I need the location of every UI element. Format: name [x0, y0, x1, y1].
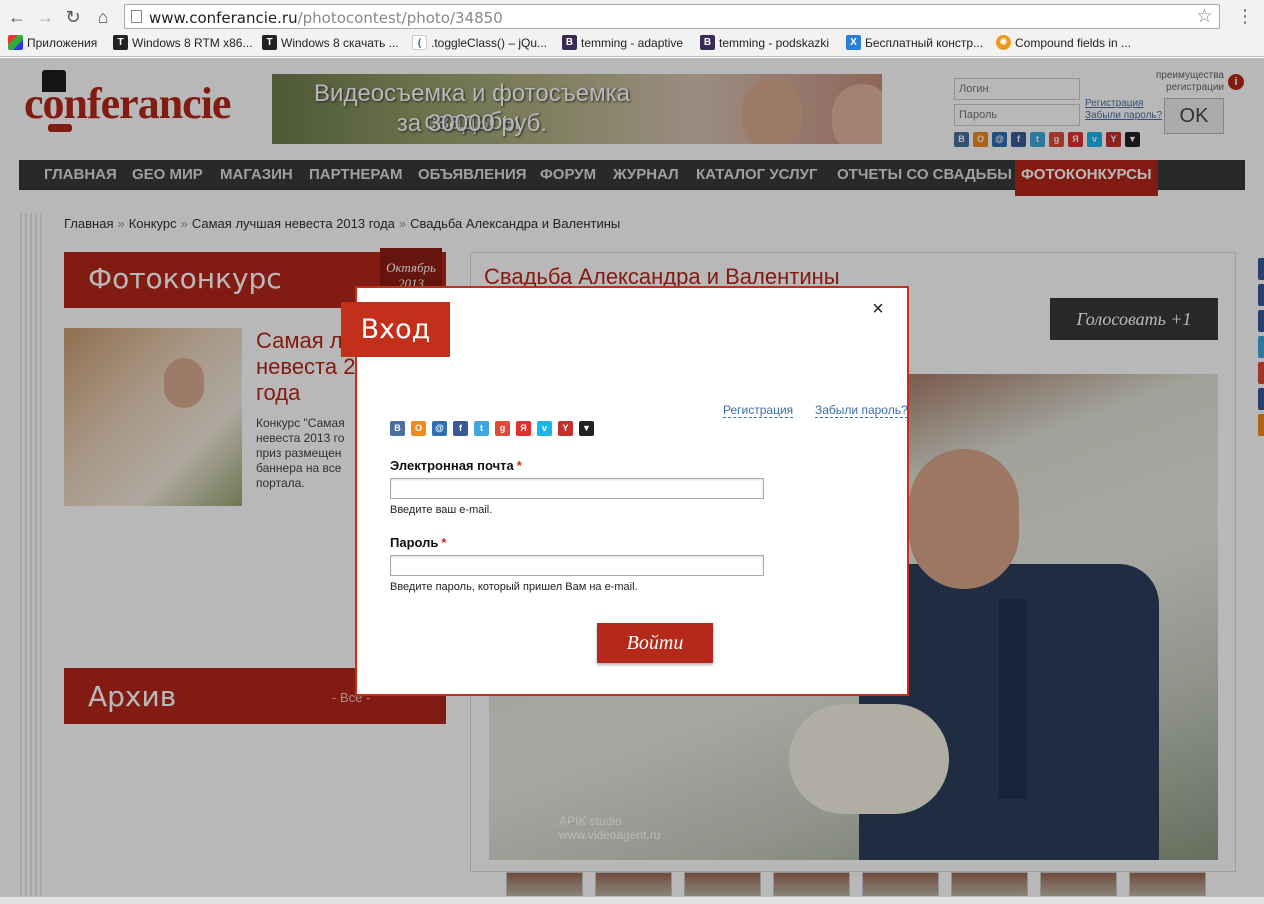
twitter-icon[interactable]: t [474, 421, 489, 436]
bookmarks-bar: Приложения T Windows 8 RTM x86... T Window… [0, 33, 1264, 55]
login-button[interactable]: Войти [597, 623, 713, 663]
youtube-icon[interactable]: Y [558, 421, 573, 436]
b-icon: B [700, 35, 715, 50]
password-label: Пароль * [390, 535, 447, 550]
reload-icon[interactable]: ↻ [62, 6, 84, 28]
modal-title: Вход [341, 302, 450, 357]
bookmark-item[interactable]: Btemming - podskazki [700, 35, 829, 50]
password-hint: Введите пароль, который пришел Вам на e-… [390, 581, 638, 593]
horizontal-scrollbar[interactable] [0, 896, 1264, 904]
vkontakte-icon[interactable]: B [390, 421, 405, 436]
browser-chrome: ← → ↻ ⌂ www.conferancie.ru/photocontest/… [0, 0, 1264, 57]
google-icon[interactable]: g [495, 421, 510, 436]
b-icon: B [562, 35, 577, 50]
more-icon[interactable]: ▼ [579, 421, 594, 436]
yandex-icon[interactable]: Я [516, 421, 531, 436]
mailru-icon[interactable]: @ [432, 421, 447, 436]
modal-register-link[interactable]: Регистрация [723, 403, 794, 418]
home-icon[interactable]: ⌂ [92, 6, 114, 28]
page-icon [131, 10, 142, 23]
modal-social-login: B O @ f t g Я v Y ▼ [390, 421, 594, 436]
facebook-icon[interactable]: f [453, 421, 468, 436]
apps-icon [8, 35, 23, 50]
jquery-icon: ( [412, 35, 427, 50]
vimeo-icon[interactable]: v [537, 421, 552, 436]
bookmark-item[interactable]: ✺ Compound fields in ... [996, 35, 1131, 50]
bookmark-item[interactable]: Btemming - adaptive [562, 35, 683, 50]
t-icon: T [113, 35, 128, 50]
address-bar[interactable]: www.conferancie.ru/photocontest/photo/34… [124, 4, 1220, 29]
password-field[interactable] [390, 555, 764, 576]
bookmark-apps[interactable]: Приложения [8, 35, 97, 50]
bookmark-star-icon[interactable]: ☆ [1196, 5, 1213, 28]
bookmark-item[interactable]: X Бесплатный констр... [846, 35, 983, 50]
close-icon[interactable]: × [867, 298, 889, 320]
bookmark-item[interactable]: T Windows 8 RTM x86... [113, 35, 252, 50]
back-icon[interactable]: ← [6, 6, 28, 28]
modal-forgot-password-link[interactable]: Забыли пароль? [815, 403, 908, 418]
forward-icon[interactable]: → [34, 6, 56, 28]
email-label: Электронная почта * [390, 458, 522, 473]
odnoklassniki-icon[interactable]: O [411, 421, 426, 436]
t-icon: T [262, 35, 277, 50]
email-field[interactable] [390, 478, 764, 499]
bookmark-item[interactable]: T Windows 8 скачать ... [262, 35, 399, 50]
url-text: www.conferancie.ru/photocontest/photo/34… [149, 9, 503, 27]
email-hint: Введите ваш e-mail. [390, 504, 493, 516]
x-icon: X [846, 35, 861, 50]
sun-icon: ✺ [996, 35, 1011, 50]
browser-menu-icon[interactable]: ⋮ [1236, 6, 1254, 27]
bookmark-item[interactable]: (.toggleClass() – jQu... [412, 35, 547, 50]
